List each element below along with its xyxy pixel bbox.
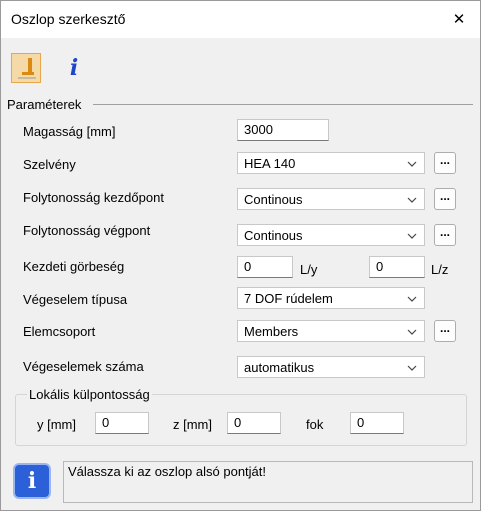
curvature-z-input[interactable]: 0 bbox=[369, 256, 425, 278]
info-tool-button[interactable]: i bbox=[59, 53, 89, 83]
curvature-y-unit: L/y bbox=[300, 262, 318, 277]
element-group-select[interactable]: Members bbox=[237, 320, 425, 342]
title-bar: Oszlop szerkesztő ✕ bbox=[1, 1, 480, 38]
height-input[interactable]: 3000 bbox=[237, 119, 329, 141]
continuity-start-browse-button[interactable]: ... bbox=[434, 188, 456, 210]
chevron-down-icon bbox=[407, 329, 417, 335]
status-info-icon: i bbox=[13, 463, 51, 499]
continuity-end-select[interactable]: Continous bbox=[237, 224, 425, 246]
ecc-y-label: y [mm] bbox=[37, 417, 76, 432]
fe-type-label: Végeselem típusa bbox=[23, 292, 128, 307]
ecc-z-input[interactable]: 0 bbox=[227, 412, 281, 434]
element-group-browse-button[interactable]: ... bbox=[434, 320, 456, 342]
parameters-group-label: Paraméterek bbox=[7, 97, 82, 112]
status-message-box: Válassza ki az oszlop alsó pontját! bbox=[63, 461, 473, 503]
curvature-y-input[interactable]: 0 bbox=[237, 256, 293, 278]
continuity-start-value: Continous bbox=[244, 192, 303, 207]
section-label: Szelvény bbox=[23, 157, 76, 172]
section-select[interactable]: HEA 140 bbox=[237, 152, 425, 174]
ecc-y-input[interactable]: 0 bbox=[95, 412, 149, 434]
group-divider bbox=[93, 104, 473, 105]
info-glyph: i bbox=[27, 468, 37, 494]
curvature-z-unit: L/z bbox=[431, 262, 449, 277]
height-label: Magasság [mm] bbox=[23, 124, 116, 139]
section-value: HEA 140 bbox=[244, 156, 296, 171]
chevron-down-icon bbox=[407, 161, 417, 167]
eccentricity-group-title: Lokális külpontosság bbox=[27, 387, 152, 402]
initial-curvature-label: Kezdeti görbeség bbox=[23, 259, 125, 274]
window-title: Oszlop szerkesztő bbox=[11, 11, 126, 27]
ecc-angle-label: fok bbox=[306, 417, 324, 432]
column-icon bbox=[18, 58, 36, 79]
continuity-end-value: Continous bbox=[244, 228, 303, 243]
chevron-down-icon bbox=[407, 233, 417, 239]
section-browse-button[interactable]: ... bbox=[434, 152, 456, 174]
ecc-angle-input[interactable]: 0 bbox=[350, 412, 404, 434]
chevron-down-icon bbox=[407, 197, 417, 203]
fe-type-select[interactable]: 7 DOF rúdelem bbox=[237, 287, 425, 309]
chevron-down-icon bbox=[407, 365, 417, 371]
element-group-label: Elemcsoport bbox=[23, 324, 96, 339]
column-editor-dialog: Oszlop szerkesztő ✕ i Paraméterek Magass… bbox=[0, 0, 481, 511]
chevron-down-icon bbox=[407, 296, 417, 302]
fe-count-label: Végeselemek száma bbox=[23, 359, 144, 374]
continuity-start-label: Folytonosság kezdőpont bbox=[23, 190, 164, 205]
continuity-end-label: Folytonosság végpont bbox=[23, 223, 151, 238]
element-group-value: Members bbox=[244, 324, 299, 339]
close-button[interactable]: ✕ bbox=[441, 3, 477, 35]
continuity-end-browse-button[interactable]: ... bbox=[434, 224, 456, 246]
status-message: Válassza ki az oszlop alsó pontját! bbox=[68, 464, 266, 479]
fe-count-select[interactable]: automatikus bbox=[237, 356, 425, 378]
close-icon: ✕ bbox=[452, 11, 466, 28]
continuity-start-select[interactable]: Continous bbox=[237, 188, 425, 210]
fe-count-value: automatikus bbox=[244, 360, 315, 375]
fe-type-value: 7 DOF rúdelem bbox=[244, 291, 333, 306]
column-tool-button[interactable] bbox=[11, 53, 41, 83]
info-icon: i bbox=[69, 55, 79, 81]
ecc-z-label: z [mm] bbox=[173, 417, 212, 432]
